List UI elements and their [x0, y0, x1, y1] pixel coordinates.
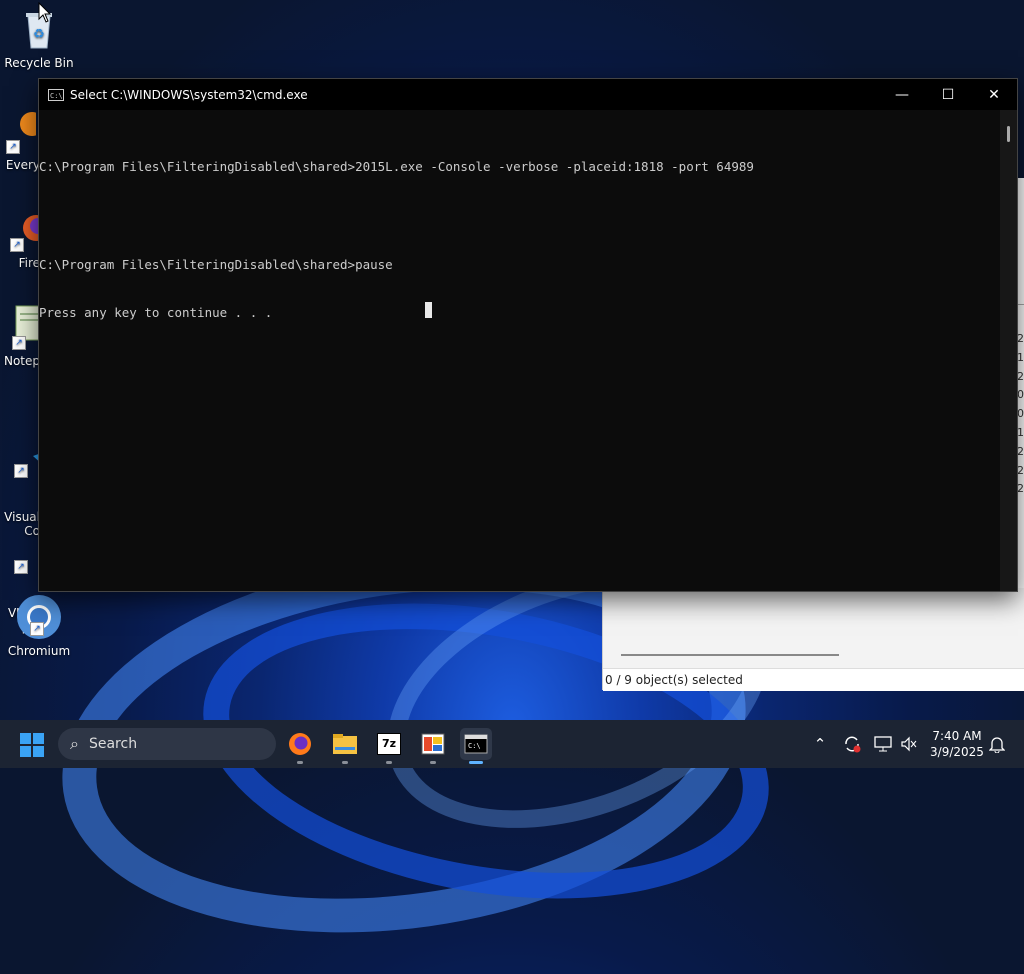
7zip-icon: 7z [377, 733, 401, 755]
taskbar-search-box[interactable]: ⌕ Search [58, 728, 276, 760]
shortcut-arrow-icon: ↗ [12, 336, 26, 350]
cell-fragment: 25 [1017, 463, 1024, 477]
running-indicator [297, 761, 303, 764]
status-text: 0 / 9 object(s) selected [605, 673, 743, 687]
explorer-column-fragments: 25 17 25 08 07 17 25 25 25 [1017, 330, 1024, 499]
file-explorer-icon [333, 734, 357, 754]
cell-fragment: 17 [1017, 425, 1024, 439]
running-indicator [386, 761, 392, 764]
taskbar-file-explorer[interactable] [329, 728, 361, 764]
cmd-window[interactable]: C:\ Select C:\WINDOWS\system32\cmd.exe —… [38, 78, 1018, 592]
cmd-titlebar[interactable]: C:\ Select C:\WINDOWS\system32\cmd.exe —… [39, 79, 1017, 110]
speaker-muted-icon[interactable] [898, 720, 920, 768]
everything-icon: ↗ [6, 108, 44, 154]
svg-text:♻: ♻ [33, 27, 45, 42]
cell-fragment: 07 [1017, 407, 1024, 421]
shortcut-arrow-icon: ↗ [10, 238, 24, 252]
desktop-icon-everything[interactable]: ↗ Every [0, 108, 44, 172]
cell-fragment: 25 [1017, 332, 1024, 345]
notifications-bell-icon[interactable] [986, 720, 1008, 768]
mouse-cursor-icon [38, 2, 52, 23]
svg-text:C:\: C:\ [468, 742, 481, 750]
firefox-icon [289, 733, 311, 755]
clock[interactable]: 7:40 AM 3/9/2025 [928, 728, 986, 760]
cell-fragment: 25 [1017, 444, 1024, 458]
window-title: Select C:\WINDOWS\system32\cmd.exe [70, 87, 308, 102]
horizontal-scrollbar[interactable] [621, 654, 839, 656]
taskbar-7zip[interactable]: 7z [373, 728, 405, 764]
console-line: C:\Program Files\FilteringDisabled\share… [39, 159, 754, 175]
sync-icon[interactable] [840, 720, 864, 768]
taskbar: ⌕ Search 7z C:\ ⌃ 7:40 AM 3/9/2025 [0, 720, 1024, 768]
search-icon: ⌕ [70, 734, 79, 753]
vertical-scrollbar[interactable] [1000, 110, 1017, 591]
shortcut-arrow-icon: ↗ [6, 140, 20, 154]
paint-icon [421, 733, 445, 755]
console-line: Press any key to continue . . . [39, 305, 273, 321]
cell-fragment: 17 [1017, 350, 1024, 364]
search-placeholder: Search [88, 736, 138, 752]
running-indicator [469, 761, 483, 764]
desktop-icon-notepad[interactable]: ↗ Notep [0, 304, 43, 368]
explorer-status-bar: 0 / 9 object(s) selected [603, 668, 1024, 691]
desktop-icon-label: Recycle Bin [4, 56, 74, 70]
shortcut-arrow-icon: ↗ [14, 464, 28, 478]
clock-time: 7:40 AM [932, 729, 982, 743]
close-button[interactable]: ✕ [971, 79, 1017, 110]
running-indicator [430, 761, 436, 764]
running-indicator [342, 761, 348, 764]
desktop-icon-label: Every [5, 158, 40, 172]
terminal-icon: C:\ [464, 734, 488, 754]
cmd-app-icon: C:\ [48, 88, 64, 101]
taskbar-paint[interactable] [417, 728, 449, 764]
taskbar-terminal[interactable]: C:\ [460, 728, 492, 764]
divider [1017, 304, 1024, 305]
clock-date: 3/9/2025 [930, 745, 984, 759]
text-cursor [425, 302, 432, 318]
show-hidden-icons-chevron-up-icon[interactable]: ⌃ [808, 720, 832, 768]
network-icon[interactable] [872, 720, 894, 768]
firefox-icon: ↗ [10, 206, 49, 252]
shortcut-arrow-icon: ↗ [14, 560, 28, 574]
minimize-button[interactable]: — [879, 79, 925, 110]
desktop-icon-label: Notep [3, 354, 40, 368]
console-output[interactable]: C:\Program Files\FilteringDisabled\share… [39, 110, 999, 608]
cell-fragment: 25 [1017, 482, 1024, 496]
desktop-icon-firefox[interactable]: ↗ Fire [0, 206, 49, 270]
console-line: C:\Program Files\FilteringDisabled\share… [39, 256, 393, 272]
shortcut-arrow-icon: ↗ [30, 622, 44, 636]
taskbar-firefox[interactable] [284, 728, 316, 764]
maximize-button[interactable]: ☐ [925, 79, 971, 110]
cell-fragment: 25 [1017, 369, 1024, 383]
start-button[interactable] [20, 733, 44, 757]
desktop-icon-label: Fire [18, 256, 40, 270]
scrollbar-thumb[interactable] [1007, 126, 1010, 142]
desktop-icon-label: Chromium [7, 644, 71, 658]
cell-fragment: 08 [1017, 388, 1024, 402]
